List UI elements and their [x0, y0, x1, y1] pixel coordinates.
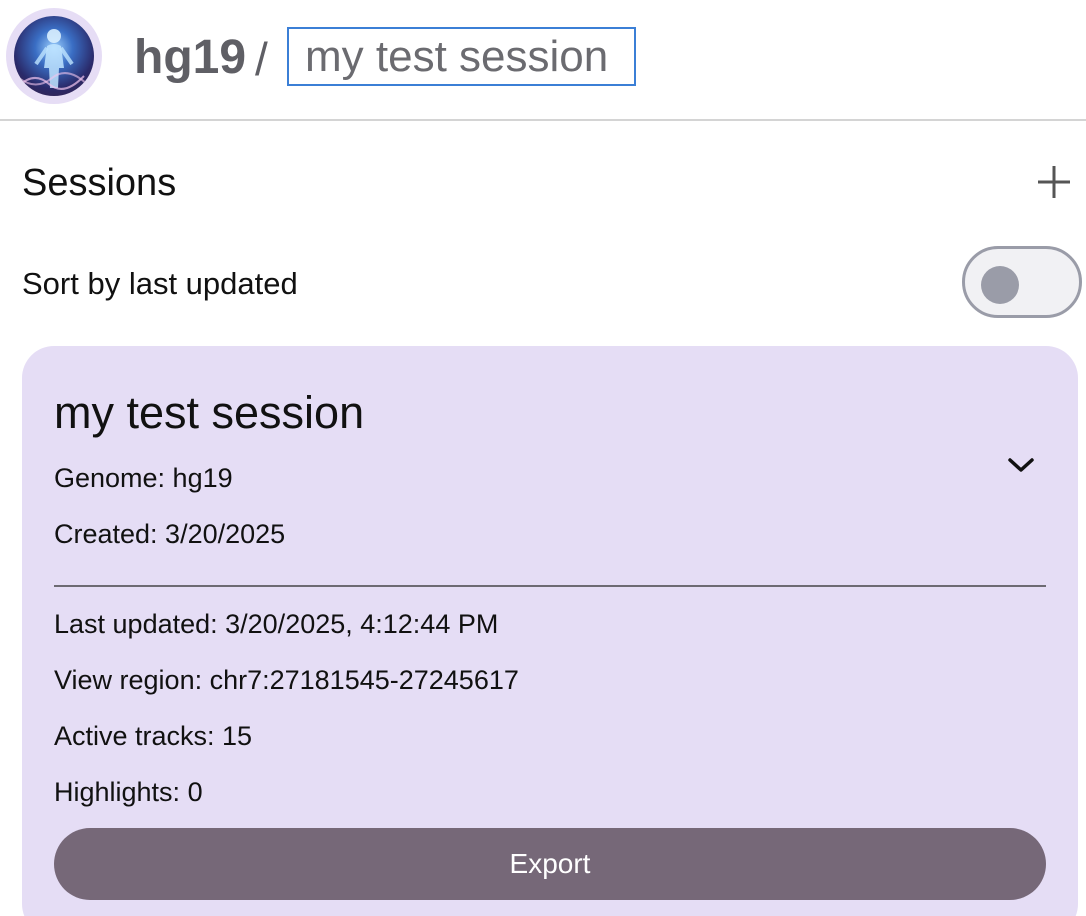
session-active-tracks: Active tracks: 15 — [54, 721, 253, 751]
genome-label: hg19 — [134, 31, 247, 84]
breadcrumb-separator: / — [255, 33, 268, 85]
expand-session-button[interactable] — [1004, 451, 1038, 479]
top-header: hg19 / — [0, 0, 1086, 121]
add-session-button[interactable] — [1032, 160, 1076, 204]
session-view-region: View region: chr7:27181545-27245617 — [54, 665, 519, 695]
sort-by-last-updated-toggle[interactable] — [962, 246, 1082, 318]
session-card-title: my test session — [54, 387, 365, 438]
card-divider — [54, 585, 1046, 587]
export-button[interactable]: Export — [54, 828, 1046, 900]
sort-by-last-updated-label: Sort by last updated — [22, 266, 298, 301]
toggle-knob — [981, 266, 1019, 304]
session-highlights: Highlights: 0 — [54, 777, 203, 807]
session-name-input[interactable] — [287, 27, 636, 86]
session-last-updated: Last updated: 3/20/2025, 4:12:44 PM — [54, 609, 499, 639]
sessions-heading: Sessions — [22, 162, 177, 204]
chevron-down-icon — [1008, 458, 1034, 472]
human-dna-avatar-icon — [14, 16, 94, 96]
session-card: my test session Genome: hg19 Created: 3/… — [22, 346, 1078, 916]
session-genome: Genome: hg19 — [54, 463, 233, 493]
session-created: Created: 3/20/2025 — [54, 519, 286, 549]
plus-icon — [1038, 166, 1070, 198]
avatar[interactable] — [6, 8, 102, 104]
